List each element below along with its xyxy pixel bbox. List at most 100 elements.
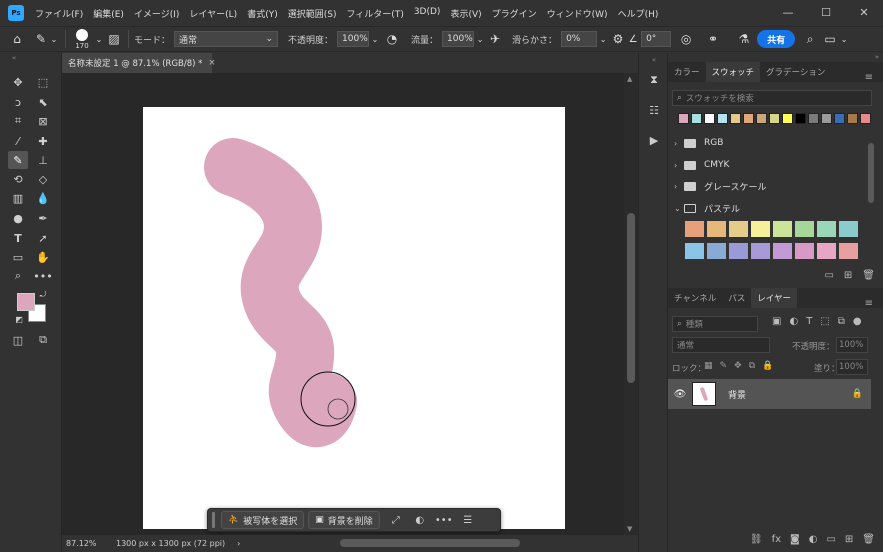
maximize-button[interactable]: ☐ [807, 0, 845, 24]
swatch-chip[interactable] [743, 113, 754, 124]
filter-pixel-icon[interactable]: ▣ [772, 316, 781, 327]
brush-size-picker[interactable]: 170 [71, 28, 93, 50]
layer-filter-select[interactable]: ⌕ 種類 [672, 316, 758, 332]
close-window-button[interactable]: ✕ [845, 0, 883, 24]
history-panel-icon[interactable]: ⧗ [645, 71, 663, 89]
marquee-tool-icon[interactable]: ⬚ [33, 73, 53, 91]
swatch-chip[interactable] [678, 113, 689, 124]
chevron-down-icon[interactable]: ⌄ [369, 35, 381, 44]
trash-icon[interactable]: 🗑 [862, 270, 875, 281]
trash-icon[interactable]: 🗑 [862, 534, 875, 545]
chevron-down-icon[interactable]: ⌄ [93, 35, 105, 44]
pastel-swatch-chip[interactable] [750, 220, 771, 238]
swatch-chip[interactable] [756, 113, 767, 124]
lock-all-icon[interactable]: 🔒 [762, 361, 773, 371]
healing-brush-tool-icon[interactable]: ✚ [33, 132, 53, 150]
filter-smart-object-icon[interactable]: ⧉ [838, 316, 845, 327]
swatch-chip[interactable] [834, 113, 845, 124]
filter-toggle-icon[interactable]: ● [853, 316, 862, 327]
new-group-folder-icon[interactable]: ▭ [824, 270, 833, 281]
eraser-tool-icon[interactable]: ◇ [33, 170, 53, 188]
menu-edit[interactable]: 編集(E) [88, 7, 129, 20]
tab-color[interactable]: カラー [668, 62, 706, 82]
eye-visibility-icon[interactable]: 👁 [668, 389, 692, 400]
lock-artboard-icon[interactable]: ⧉ [749, 361, 755, 371]
pastel-swatch-chip[interactable] [684, 242, 705, 260]
swatch-folder-cmyk[interactable]: › CMYK [674, 155, 729, 175]
menu-window[interactable]: ウィンドウ(W) [542, 7, 613, 20]
pastel-swatch-chip[interactable] [838, 242, 859, 260]
swatch-chip[interactable] [769, 113, 780, 124]
tab-swatches[interactable]: スウォッチ [705, 62, 761, 82]
mode-select[interactable]: 通常 ⌄ [174, 31, 279, 47]
canvas-workspace[interactable] [62, 73, 624, 535]
object-selection-tool-icon[interactable]: ⬉ [33, 93, 53, 111]
history-brush-tool-icon[interactable]: ⟲ [8, 170, 28, 188]
vertical-scroll-thumb[interactable] [627, 213, 635, 383]
menu-file[interactable]: ファイル(F) [30, 7, 88, 20]
collapse-arrows-icon[interactable]: « [4, 53, 24, 63]
rectangle-tool-icon[interactable]: ▭ [8, 248, 28, 266]
swatch-chip[interactable] [795, 113, 806, 124]
menu-filter[interactable]: フィルター(T) [341, 7, 408, 20]
symmetry-butterfly-icon[interactable]: ⚭ [701, 32, 725, 46]
panel-menu-icon[interactable]: ≡ [859, 67, 879, 87]
gear-icon[interactable]: ⚙ [609, 32, 627, 46]
menu-image[interactable]: イメージ(I) [129, 7, 185, 20]
swatch-chip[interactable] [704, 113, 715, 124]
pastel-swatch-chip[interactable] [838, 220, 859, 238]
horizontal-scroll-thumb[interactable] [340, 539, 520, 547]
share-button[interactable]: 共有 [757, 30, 796, 48]
tab-layers[interactable]: レイヤー [751, 288, 798, 308]
transform-icon[interactable]: ⤢ [384, 515, 408, 526]
layer-row-background[interactable]: 👁 背景 🔒 [668, 379, 871, 409]
opacity-input[interactable]: 100% [337, 31, 370, 47]
tab-gradients[interactable]: グラデーション [760, 62, 831, 82]
menu-view[interactable]: 表示(V) [445, 7, 486, 20]
brush-settings-panel-icon[interactable]: ▨ [105, 32, 123, 46]
path-selection-tool-icon[interactable]: ➚ [33, 229, 53, 247]
screen-mode-icon[interactable]: ⧉ [33, 331, 53, 349]
swatch-chip[interactable] [730, 113, 741, 124]
swatch-chip[interactable] [821, 113, 832, 124]
fill-input[interactable]: 100% [836, 359, 868, 375]
swatches-scrollbar[interactable] [868, 143, 874, 203]
status-expand-arrow[interactable]: › [237, 539, 240, 548]
pastel-swatch-chip[interactable] [728, 220, 749, 238]
tab-channels[interactable]: チャンネル [668, 288, 722, 308]
default-colors-icon[interactable]: ◩ [13, 313, 25, 325]
chevron-down-icon[interactable]: ⌄ [839, 35, 849, 44]
document-canvas[interactable] [143, 107, 565, 529]
zoom-level[interactable]: 87.12% [66, 539, 110, 548]
adjustments-panel-icon[interactable]: ☷ [645, 101, 663, 119]
chevron-down-icon[interactable]: ⌄ [597, 35, 609, 44]
swatch-folder-rgb[interactable]: › RGB [674, 133, 723, 153]
menu-select[interactable]: 選択範囲(S) [283, 7, 342, 20]
quick-mask-icon[interactable]: ◫ [8, 331, 28, 349]
swatch-folder-pastel[interactable]: ⌄ パステル [674, 198, 740, 218]
pastel-swatch-chip[interactable] [794, 242, 815, 260]
adjustment-icon[interactable]: ◐ [408, 515, 432, 526]
flask-icon[interactable]: ⚗ [731, 32, 757, 46]
home-icon[interactable]: ⌂ [0, 32, 34, 46]
menu-help[interactable]: ヘルプ(H) [613, 7, 664, 20]
pastel-swatch-chip[interactable] [684, 220, 705, 238]
gradient-tool-icon[interactable]: ▥ [8, 189, 28, 207]
link-layers-icon[interactable]: ⛓ [750, 534, 763, 545]
menu-layer[interactable]: レイヤー(L) [184, 7, 242, 20]
smoothing-input[interactable]: 0% [561, 31, 598, 47]
layer-opacity-input[interactable]: 100% [836, 337, 868, 353]
move-tool-icon[interactable]: ✥ [8, 73, 28, 91]
flow-input[interactable]: 100% [442, 31, 475, 47]
new-swatch-icon[interactable]: ⊞ [844, 270, 852, 281]
minimize-button[interactable]: — [769, 0, 807, 24]
eyedropper-tool-icon[interactable]: ⁄ [8, 132, 28, 150]
lock-pixels-icon[interactable]: ✎ [720, 361, 728, 371]
lock-position-icon[interactable]: ✥ [734, 361, 742, 371]
swatch-chip[interactable] [808, 113, 819, 124]
pastel-swatch-chip[interactable] [706, 242, 727, 260]
more-options-icon[interactable]: ••• [432, 515, 456, 526]
drag-handle[interactable] [212, 512, 215, 528]
menu-plugins[interactable]: プラグイン [487, 7, 542, 20]
swatch-chip[interactable] [782, 113, 793, 124]
